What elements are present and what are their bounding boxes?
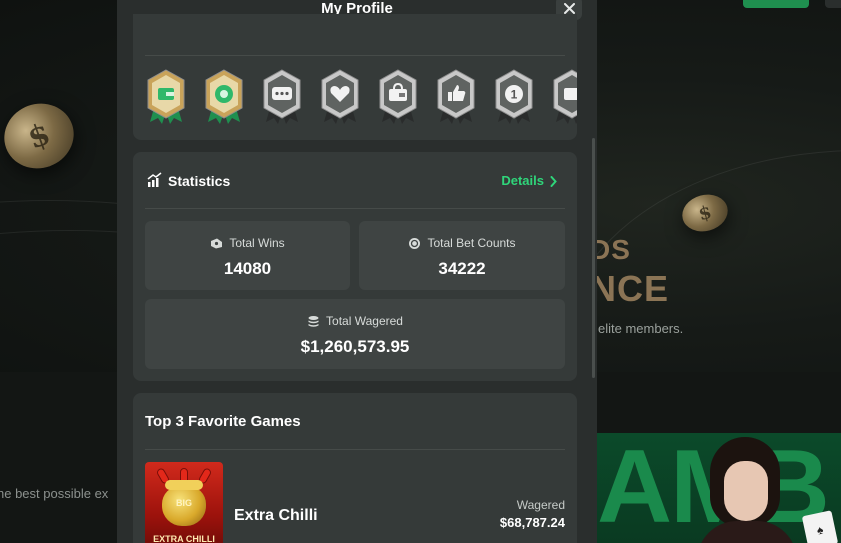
divider	[145, 449, 565, 450]
favorite-games-title: Top 3 Favorite Games	[145, 413, 301, 430]
chat-badge-icon[interactable]	[260, 68, 304, 126]
statistics-card: Statistics Details Total Wins 14080 Tota…	[133, 152, 577, 381]
ticket-icon	[211, 238, 223, 248]
dealer-face	[724, 461, 768, 521]
coin-icon	[409, 237, 421, 249]
hero-headline-line-2: NCE	[590, 268, 670, 309]
playing-card-icon: ♠	[801, 510, 839, 543]
details-label: Details	[501, 173, 544, 188]
chevron-right-icon	[550, 175, 557, 187]
game-thumb-title: EXTRA CHILLI	[153, 534, 215, 543]
total-wagered-label: Total Wagered	[326, 314, 403, 328]
total-wins-value: 14080	[223, 259, 272, 278]
coin-stack-icon	[308, 315, 319, 327]
game-thumbnail[interactable]: BIG EXTRA CHILLI	[145, 462, 223, 543]
wagered-value: $68,787.24	[499, 515, 565, 530]
bar-chart-icon	[147, 172, 162, 187]
total-bet-counts-box: Total Bet Counts 34222	[359, 221, 565, 290]
total-wagered-box: Total Wagered $1,260,573.95	[145, 299, 565, 369]
promo-banner[interactable]: AMB ♠	[597, 433, 841, 543]
total-wagered-value: $1,260,573.95	[300, 337, 410, 356]
profile-modal: My Profile 1 Statistics Details Total Wi…	[117, 0, 597, 543]
details-link[interactable]: Details	[501, 173, 557, 189]
modal-scrollbar-thumb[interactable]	[592, 138, 595, 378]
statistics-title: Statistics	[168, 173, 231, 189]
thumbs-up-badge-icon[interactable]	[434, 68, 478, 126]
gold-pot-rim	[165, 480, 203, 490]
favorite-games-card: Top 3 Favorite Games BIG EXTRA CHILLI Ex…	[133, 393, 577, 543]
header-action-button[interactable]	[825, 0, 841, 8]
number-one-badge-icon[interactable]: 1	[492, 68, 536, 126]
badge-number: 1	[511, 88, 518, 102]
total-bet-counts-value: 34222	[438, 259, 486, 278]
close-icon	[563, 2, 575, 14]
wallet-lock-badge-icon[interactable]	[376, 68, 420, 126]
total-wins-box: Total Wins 14080	[145, 221, 350, 290]
total-bet-counts-label: Total Bet Counts	[427, 236, 516, 250]
game-thumb-badge: BIG	[175, 498, 192, 508]
coin-decoration-icon: $	[0, 93, 83, 179]
divider	[145, 208, 565, 209]
header-action-button[interactable]	[743, 0, 809, 8]
total-wins-label: Total Wins	[229, 236, 285, 250]
hero-subtext: elite members.	[598, 321, 684, 336]
wagered-label: Wagered	[516, 498, 565, 512]
heart-badge-icon[interactable]	[318, 68, 362, 126]
chip-badge-icon[interactable]	[202, 68, 246, 126]
background-body-text: he best possible ex	[0, 486, 109, 501]
divider	[145, 55, 565, 56]
wallet-badge-icon[interactable]	[144, 68, 188, 126]
game-name[interactable]: Extra Chilli	[234, 507, 318, 525]
badges-card: 1	[133, 14, 577, 140]
partial-badge-icon[interactable]	[550, 68, 577, 126]
